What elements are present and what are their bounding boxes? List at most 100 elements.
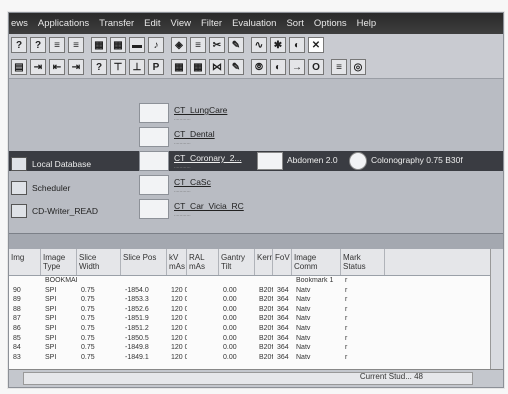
menu-bar: ews Applications Transfer Edit View Filter Eva… [9, 13, 503, 34]
series-item[interactable]: CT_Dental ............ [139, 127, 289, 149]
toolbar-button[interactable]: ≡ [331, 59, 347, 75]
column-header[interactable]: Image Comm [292, 249, 341, 275]
table-cell: 0.00 [223, 315, 237, 323]
column-header[interactable]: Image Type [41, 249, 77, 275]
column-header[interactable]: Kernel [255, 249, 273, 275]
table-row[interactable]: 86 SPI 0.75 -1851.2 120 0.60 0.00 B20f 364 Natv r [9, 325, 491, 335]
column-header[interactable]: Mark Status [341, 249, 385, 275]
menu-item[interactable]: Options [314, 18, 347, 29]
menu-item[interactable]: Applications [38, 18, 89, 29]
toolbar-button[interactable]: ▦ [91, 37, 107, 53]
column-header[interactable]: FoV [273, 249, 292, 275]
menu-item[interactable]: Sort [286, 18, 303, 29]
toolbar-button[interactable]: ≡ [68, 37, 84, 53]
table-row[interactable]: BOOKMARK Bookmark 1 r [9, 277, 491, 287]
series-date: ............ [174, 164, 191, 170]
table-cell: SPI [45, 325, 57, 332]
toolbar-button[interactable]: ✂ [209, 37, 225, 53]
series-item[interactable]: CT_LungCare ............ [139, 103, 289, 125]
table-row[interactable]: 88 SPI 0.75 -1852.6 120 0.60 0.00 B20f 364 Natv r [9, 306, 491, 316]
toolbar-button[interactable]: ✎ [228, 59, 244, 75]
vertical-scrollbar[interactable] [490, 249, 503, 369]
toolbar-button[interactable]: → [289, 59, 305, 75]
toolbar-button[interactable]: ✎ [228, 37, 244, 53]
toolbar-button[interactable]: ∿ [251, 37, 267, 53]
toolbar-button[interactable]: ≡ [49, 37, 65, 53]
table-cell: SPI [45, 296, 57, 304]
column-header[interactable]: Slice Pos [121, 249, 167, 275]
table-row[interactable]: 90 SPI 0.75 -1854.0 120 0.60 0.00 B20f 364 Natv r [9, 287, 491, 297]
toolbar-button[interactable]: ◎ [350, 59, 366, 75]
source-cd-writer[interactable]: CD-Writer_READ [11, 200, 98, 222]
table-row[interactable]: 84 SPI 0.75 -1849.8 120 0.60 0.00 B20f 364 Natv r [9, 344, 491, 354]
selected-series-colonography[interactable]: Colonography 0.75 B30f [371, 155, 463, 165]
column-header[interactable]: Gantry Tilt [219, 249, 255, 275]
column-header[interactable]: Img [9, 249, 41, 275]
table-row[interactable]: 87 SPI 0.75 -1851.9 120 0.60 0.00 B20f 364 Natv r [9, 315, 491, 325]
toolbar-button[interactable]: ✕ [308, 37, 324, 53]
table-cell: 0.00 [223, 305, 237, 313]
table-cell: 0.00 [223, 296, 237, 304]
menu-item[interactable]: Evaluation [232, 18, 276, 29]
table-cell: 120 0.60 [171, 286, 187, 294]
toolbar-button[interactable]: ⇥ [30, 59, 46, 75]
selected-series-abdomen[interactable]: Abdomen 2.0 [287, 155, 338, 165]
series-thumbnail[interactable] [349, 152, 367, 170]
toolbar-button[interactable]: ▦ [110, 37, 126, 53]
series-name: CT_LungCare [174, 105, 228, 115]
toolbar-button[interactable]: ≡ [190, 37, 206, 53]
table-cell: 120 0.60 [171, 296, 187, 304]
column-header[interactable]: Slice Width [77, 249, 121, 275]
toolbar-button[interactable]: ? [30, 37, 46, 53]
table-row[interactable]: 83 SPI 0.75 -1849.1 120 0.60 0.00 B20f 364 Natv r [9, 354, 491, 364]
source-scheduler[interactable]: Scheduler [11, 177, 70, 199]
table-row[interactable]: 89 SPI 0.75 -1853.3 120 0.60 0.00 B20f 364 Natv r [9, 296, 491, 306]
table-cell: 0.75 [81, 305, 95, 313]
column-header[interactable]: kV mAs [167, 249, 187, 275]
toolbar-button[interactable]: ⊥ [129, 59, 145, 75]
series-thumbnail [139, 103, 169, 123]
menu-item[interactable]: ews [11, 18, 28, 29]
table-cell: 120 0.60 [171, 315, 187, 323]
status-bar: Current Stud... 48 [9, 369, 503, 387]
table-cell: B20f [259, 315, 273, 323]
toolbar-bottom: ▤ ⇥ ⇤ ⇥? ⊤ ⊥ P ▦ ▦ ⋈ ✎ ⦾ ◐ → O ≡ ◎ [9, 56, 503, 79]
table-cell: Natv [296, 286, 311, 294]
toolbar-button[interactable]: ▦ [190, 59, 206, 75]
toolbar-button[interactable]: ⊤ [110, 59, 126, 75]
table-cell: 364 [277, 325, 289, 332]
table-cell: r [345, 286, 348, 294]
table-row[interactable]: 85 SPI 0.75 -1850.5 120 0.60 0.00 B20f 364 Natv r [9, 335, 491, 345]
toolbar-button[interactable]: ▤ [11, 59, 27, 75]
series-item[interactable]: CT_Car_Vicia_RC ............ [139, 199, 289, 221]
toolbar-button[interactable]: ? [11, 37, 27, 53]
menu-item[interactable]: Edit [144, 18, 160, 29]
toolbar-button[interactable]: ▦ [171, 59, 187, 75]
toolbar-button[interactable]: O [308, 59, 324, 75]
series-thumbnail [139, 199, 169, 219]
toolbar-button[interactable]: ▬ [129, 37, 145, 53]
toolbar-button[interactable]: ⇥ [68, 59, 84, 75]
series-browser: Local Database Scheduler CD-Writer_READ … [9, 79, 503, 233]
menu-item[interactable]: View [171, 18, 191, 29]
table-cell: 0.00 [223, 286, 237, 294]
toolbar-button[interactable]: ⦾ [251, 59, 267, 75]
toolbar-button[interactable]: ◈ [171, 37, 187, 53]
menu-item[interactable]: Transfer [99, 18, 134, 29]
source-local-database[interactable]: Local Database [11, 153, 91, 175]
toolbar-button[interactable]: ⇤ [49, 59, 65, 75]
toolbar-button[interactable]: P [148, 59, 164, 75]
series-item[interactable]: CT_CaSc ............ [139, 175, 289, 197]
table-cell: 0.75 [81, 296, 95, 304]
table-cell: SPI [45, 353, 57, 361]
column-header[interactable]: RAL mAs [187, 249, 219, 275]
menu-item[interactable]: Help [357, 18, 377, 29]
toolbar-button[interactable]: ? [91, 59, 107, 75]
toolbar-button[interactable]: ♪ [148, 37, 164, 53]
series-thumbnail[interactable] [257, 152, 283, 170]
menu-item[interactable]: Filter [201, 18, 222, 29]
toolbar-button[interactable]: ◐ [270, 59, 286, 75]
toolbar-button[interactable]: ◐ [289, 37, 305, 53]
toolbar-button[interactable]: ✱ [270, 37, 286, 53]
toolbar-button[interactable]: ⋈ [209, 59, 225, 75]
